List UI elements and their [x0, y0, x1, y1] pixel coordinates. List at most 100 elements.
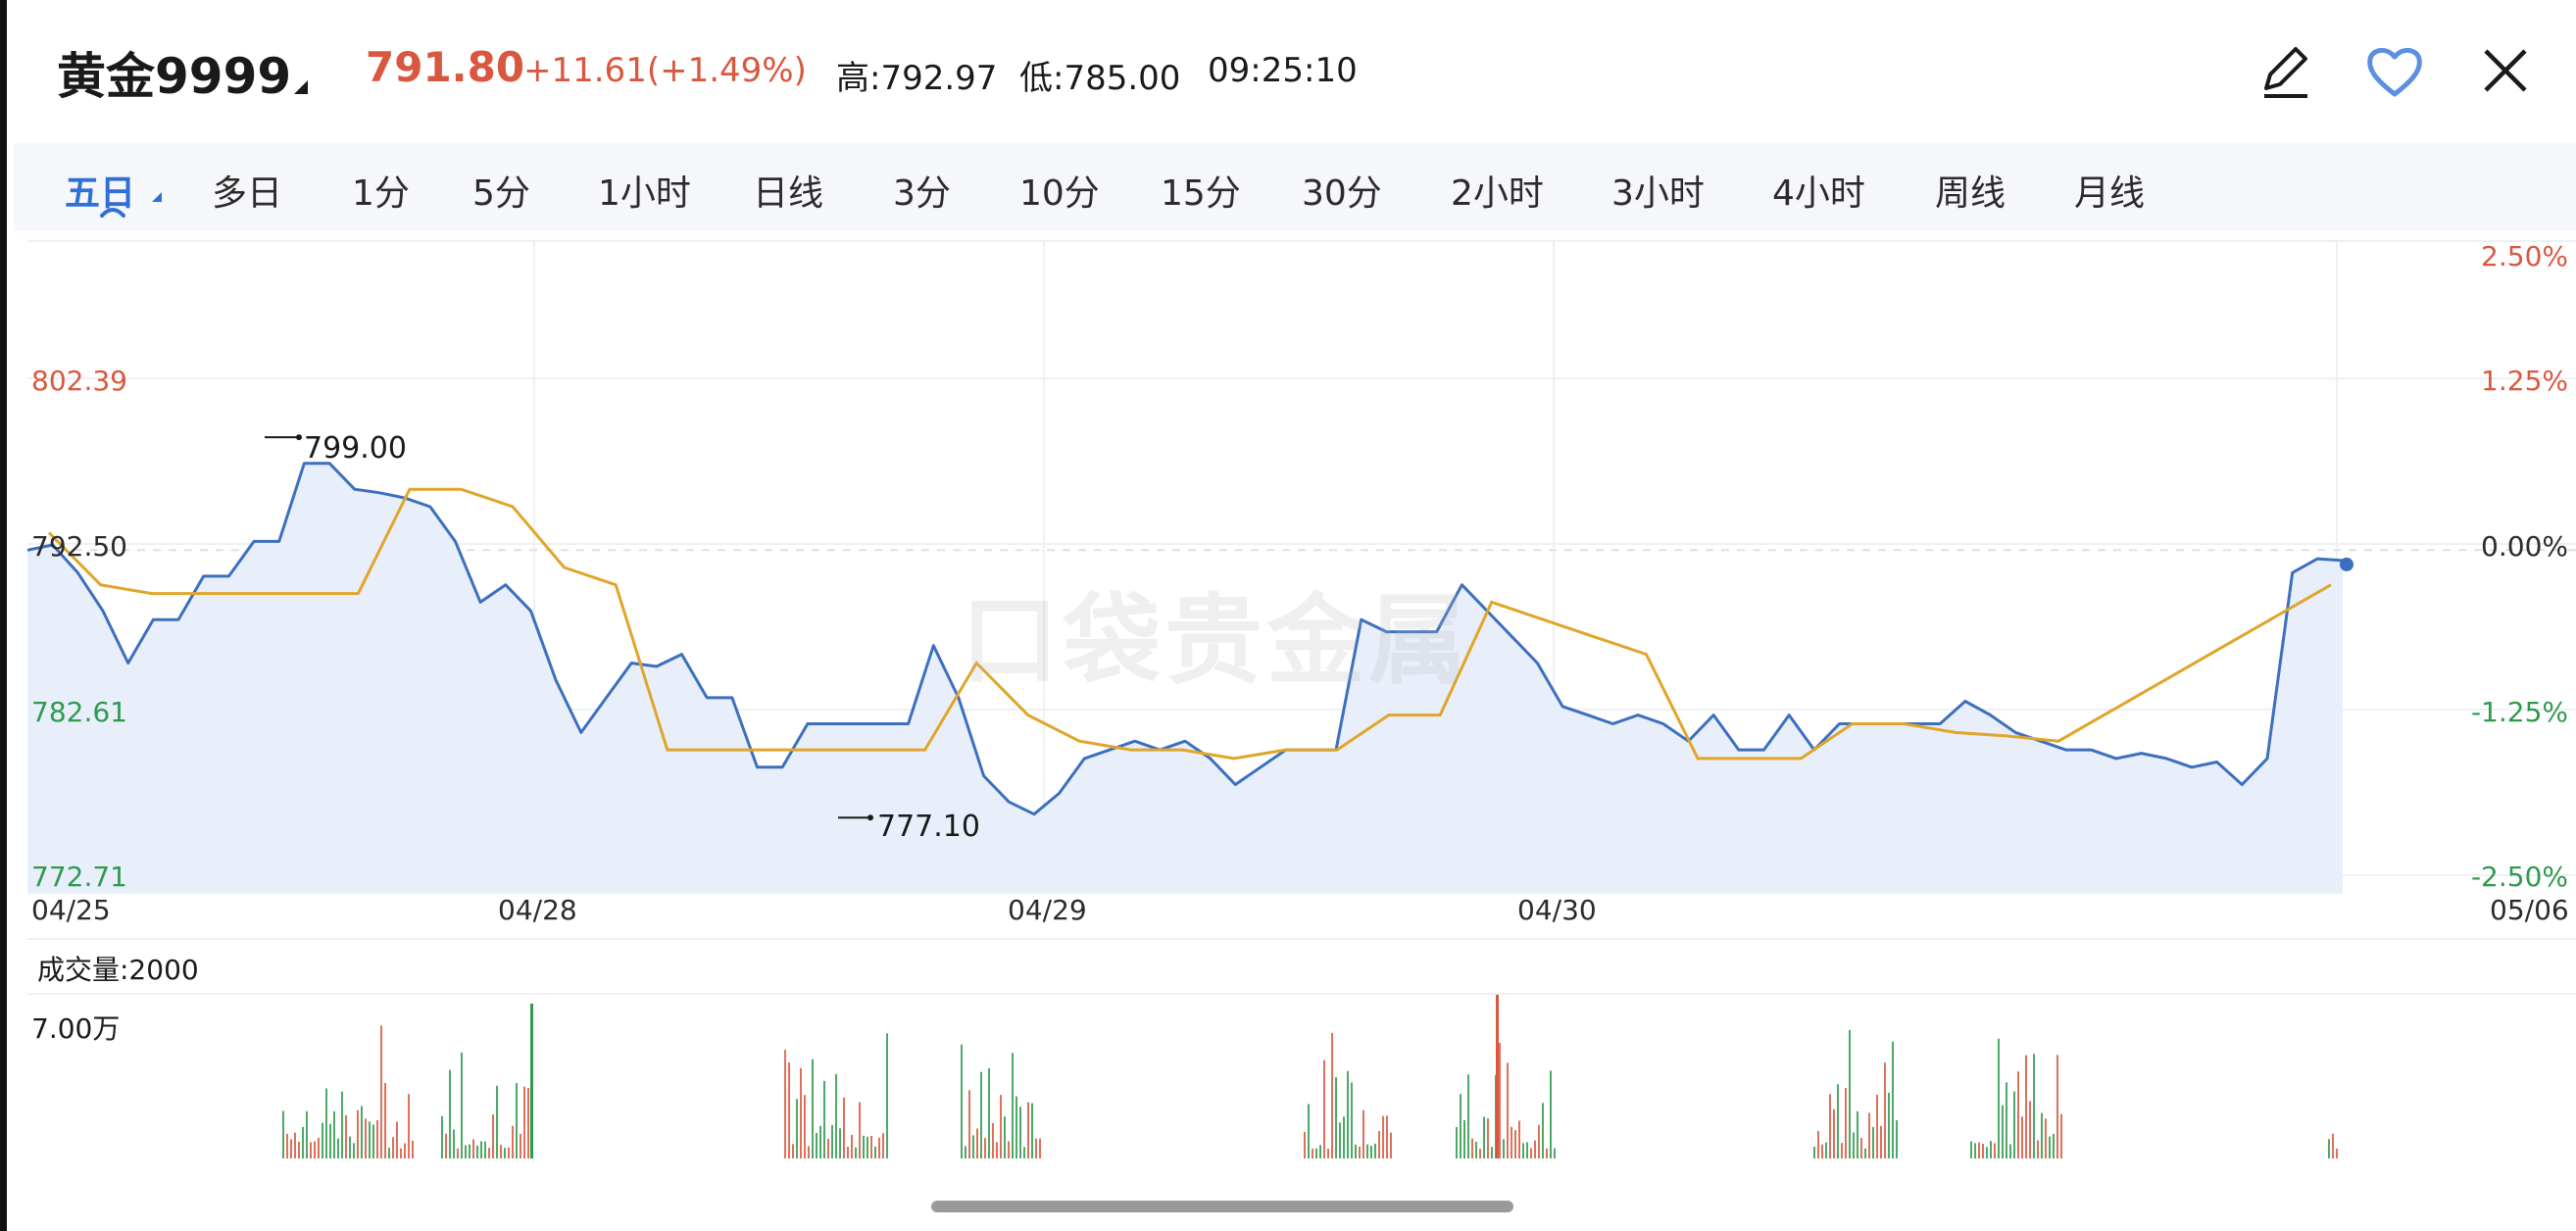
- tab-3min[interactable]: 3分: [893, 165, 951, 216]
- x-label-0425: 04/25: [31, 894, 111, 926]
- active-tab-indicator-icon: [100, 208, 125, 218]
- volume-bar-27: [388, 1147, 390, 1158]
- tab-4hour[interactable]: 4小时: [1772, 165, 1865, 216]
- volume-bar-145: [1518, 1120, 1520, 1158]
- tab-monthly[interactable]: 月线: [2074, 165, 2145, 216]
- volume-bar-152: [1546, 1148, 1548, 1158]
- volume-bar-88: [972, 1135, 974, 1158]
- volume-bar-49: [500, 1145, 502, 1158]
- volume-bar-160: [1833, 1108, 1835, 1158]
- volume-bar-46: [488, 1148, 490, 1158]
- volume-bar-191: [2025, 1055, 2027, 1158]
- volume-bar-34: [441, 1115, 443, 1158]
- x-label-0430: 04/30: [1517, 894, 1597, 926]
- volume-bar-38: [457, 1148, 459, 1158]
- volume-bar-8: [314, 1141, 316, 1158]
- volume-bar-173: [1884, 1062, 1886, 1158]
- volume-bar-41: [469, 1144, 471, 1158]
- volume-bar-158: [1825, 1142, 1827, 1158]
- tab-1hour[interactable]: 1小时: [598, 165, 691, 216]
- volume-bar-193: [2033, 1054, 2035, 1158]
- volume-bar-26: [384, 1083, 386, 1158]
- volume-bar-197: [2049, 1136, 2051, 1158]
- volume-bar-170: [1872, 1126, 1874, 1158]
- volume-bar-136: [1483, 1116, 1485, 1158]
- volume-bar-168: [1864, 1148, 1866, 1158]
- volume-bar-39: [461, 1052, 463, 1158]
- high-price: 高:792.97: [836, 59, 998, 98]
- volume-bar-161: [1837, 1084, 1839, 1158]
- volume-bar-159: [1829, 1094, 1831, 1158]
- volume-bar-109: [1315, 1148, 1317, 1158]
- price-change: +11.61(+1.49%): [523, 51, 807, 90]
- tab-1min[interactable]: 1分: [352, 165, 410, 216]
- volume-bar-164: [1849, 1029, 1851, 1158]
- tab-2hour[interactable]: 2小时: [1451, 165, 1544, 216]
- low-annotation-dot: [867, 814, 873, 821]
- volume-bar-3: [294, 1132, 296, 1158]
- volume-bar-91: [984, 1138, 986, 1158]
- volume-bar-140: [1499, 1042, 1501, 1158]
- tab-10min[interactable]: 10分: [1019, 165, 1100, 216]
- tab-30min[interactable]: 30分: [1302, 165, 1382, 216]
- volume-bar-87: [968, 1090, 970, 1158]
- tab-multi-day[interactable]: 多日: [212, 165, 282, 216]
- volume-bar-18: [353, 1143, 355, 1158]
- last-price: 791.80: [366, 43, 525, 91]
- volume-bar-196: [2045, 1118, 2047, 1158]
- tab-daily[interactable]: 日线: [753, 165, 823, 216]
- volume-bar-94: [996, 1142, 998, 1158]
- volume-bar-129: [1456, 1126, 1458, 1158]
- volume-bar-50: [504, 1148, 506, 1158]
- volume-bar-183: [1994, 1143, 1996, 1158]
- intraday-price-chart[interactable]: [0, 231, 2576, 1211]
- volume-bar-100: [1019, 1107, 1021, 1158]
- volume-bar-23: [372, 1124, 374, 1158]
- volume-bar-135: [1479, 1148, 1481, 1158]
- low-price: 低:785.00: [1019, 59, 1181, 98]
- home-indicator[interactable]: [931, 1201, 1513, 1212]
- volume-bar-5: [302, 1126, 304, 1158]
- instrument-switch-caret-icon[interactable]: [294, 80, 308, 94]
- volume-bar-106: [1304, 1131, 1306, 1158]
- volume-bar-0: [282, 1110, 284, 1158]
- quote-header: 黄金9999 791.80 +11.61(+1.49%) 高:792.97 低:…: [0, 0, 2576, 137]
- tab-3hour[interactable]: 3小时: [1611, 165, 1705, 216]
- high-annotation-dot: [296, 434, 302, 441]
- volume-bar-43: [476, 1145, 478, 1158]
- volume-bar-166: [1857, 1110, 1858, 1158]
- tab-15min[interactable]: 15分: [1161, 165, 1241, 216]
- volume-bar-29: [396, 1121, 398, 1158]
- volume-bar-199: [2056, 1055, 2058, 1158]
- volume-bar-16: [345, 1115, 347, 1158]
- volume-bar-107: [1308, 1104, 1310, 1158]
- tab-dropdown-caret-icon[interactable]: [152, 192, 162, 202]
- volume-bar-118: [1351, 1082, 1353, 1158]
- volume-bar-198: [2053, 1133, 2055, 1158]
- volume-bar-93: [992, 1122, 994, 1158]
- volume-bar-192: [2029, 1101, 2031, 1158]
- x-label-0429: 04/29: [1008, 894, 1087, 926]
- volume-bar-53: [516, 1083, 518, 1158]
- volume-bar-167: [1860, 1138, 1862, 1158]
- volume-bar-115: [1339, 1122, 1341, 1158]
- volume-bar-162: [1841, 1143, 1843, 1158]
- tab-weekly[interactable]: 周线: [1935, 165, 2006, 216]
- volume-bar-70: [831, 1124, 833, 1158]
- volume-bar-101: [1023, 1147, 1025, 1158]
- volume-bar-92: [988, 1067, 990, 1158]
- volume-bar-98: [1012, 1053, 1014, 1158]
- edit-icon[interactable]: [2251, 37, 2319, 106]
- volume-bar-111: [1323, 1059, 1325, 1158]
- volume-bar-128: [1390, 1132, 1392, 1158]
- x-label-0506: 05/06: [2490, 894, 2569, 926]
- volume-bar-14: [337, 1138, 339, 1158]
- volume-bar-112: [1327, 1148, 1329, 1158]
- volume-bar-154: [1554, 1148, 1556, 1158]
- favorite-heart-icon[interactable]: [2360, 37, 2429, 106]
- volume-bar-45: [484, 1141, 486, 1158]
- close-icon[interactable]: [2470, 37, 2539, 106]
- tab-5min[interactable]: 5分: [472, 165, 530, 216]
- volume-bar-133: [1471, 1138, 1473, 1158]
- instrument-title[interactable]: 黄金9999: [57, 37, 291, 108]
